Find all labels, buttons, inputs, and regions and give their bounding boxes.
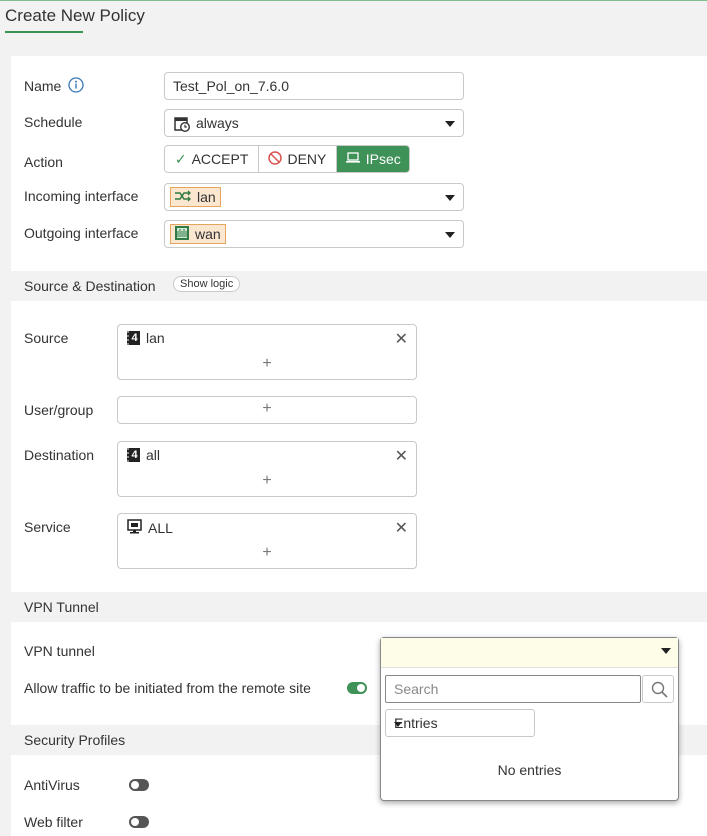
vpn-tunnel-label: VPN tunnel — [24, 643, 95, 659]
outgoing-interface-select[interactable]: wan — [164, 220, 464, 248]
vpn-tunnel-dropdown: Search Entries No entries — [380, 637, 679, 801]
action-accept-button[interactable]: ✓ ACCEPT — [165, 146, 260, 172]
action-deny-button[interactable]: DENY — [259, 146, 337, 172]
incoming-interface-label: Incoming interface — [24, 188, 139, 204]
incoming-interface-select[interactable]: lan — [164, 183, 464, 211]
destination-label: Destination — [24, 447, 95, 463]
schedule-select[interactable]: always — [164, 109, 464, 137]
source-destination-section-header: Source & Destination Show logic — [11, 271, 707, 301]
service-icon — [127, 519, 142, 537]
interface-icon — [174, 189, 192, 205]
info-icon[interactable] — [68, 77, 84, 96]
action-deny-label: DENY — [287, 151, 327, 167]
top-rule — [0, 0, 707, 1]
close-icon[interactable]: ✕ — [395, 518, 408, 538]
incoming-interface-value: lan — [197, 189, 216, 205]
outgoing-interface-label: Outgoing interface — [24, 225, 139, 241]
title-underline — [5, 31, 83, 33]
plus-icon[interactable]: + — [118, 472, 416, 490]
schedule-value: always — [196, 115, 239, 131]
name-label: Name — [24, 77, 84, 96]
action-ipsec-label: IPsec — [365, 151, 401, 167]
check-icon: ✓ — [174, 150, 187, 167]
action-accept-label: ACCEPT — [191, 151, 249, 167]
name-input[interactable]: Test_Pol_on_7.6.0 — [164, 72, 464, 100]
web-filter-label: Web filter — [24, 814, 83, 830]
action-ipsec-button[interactable]: IPsec — [336, 146, 409, 172]
vpn-tunnel-select[interactable] — [381, 638, 678, 668]
caret-down-icon — [661, 648, 671, 654]
source-value: lan — [146, 330, 165, 346]
action-toggle-group: ✓ ACCEPT DENY IPsec — [164, 145, 410, 173]
plus-icon[interactable]: + — [118, 544, 416, 562]
allow-remote-toggle[interactable] — [347, 682, 367, 694]
incoming-interface-chip: lan — [170, 187, 221, 207]
antivirus-label: AntiVirus — [24, 777, 80, 793]
search-icon — [651, 681, 668, 701]
caret-down-icon — [445, 121, 455, 127]
page-title: Create New Policy — [5, 6, 145, 25]
service-field[interactable]: ALL ✕ + — [117, 513, 417, 569]
plus-icon[interactable]: + — [118, 400, 416, 418]
destination-field[interactable]: 4 all ✕ + — [117, 441, 417, 497]
service-value: ALL — [148, 520, 173, 536]
action-label: Action — [24, 154, 63, 170]
address-icon: 4 — [127, 448, 140, 462]
close-icon[interactable]: ✕ — [395, 446, 408, 466]
source-destination-title: Source & Destination — [24, 278, 156, 294]
search-button[interactable] — [642, 675, 674, 703]
outgoing-interface-chip: wan — [170, 224, 226, 244]
toggle-knob — [131, 781, 139, 789]
security-profiles-title: Security Profiles — [24, 732, 126, 748]
name-value: Test_Pol_on_7.6.0 — [173, 78, 289, 94]
service-entry: ALL — [127, 519, 173, 537]
vpn-tunnel-section-header: VPN Tunnel — [11, 592, 707, 622]
allow-remote-label: Allow traffic to be initiated from the r… — [24, 680, 311, 696]
caret-down-icon — [445, 195, 455, 201]
user-group-field[interactable]: + — [117, 396, 417, 424]
outgoing-interface-value: wan — [195, 226, 221, 242]
schedule-icon — [174, 116, 191, 135]
vpn-tunnel-title: VPN Tunnel — [24, 599, 99, 615]
toggle-knob — [357, 684, 365, 692]
service-label: Service — [24, 519, 71, 535]
web-filter-toggle[interactable] — [129, 816, 149, 828]
source-field[interactable]: 4 lan ✕ + — [117, 324, 417, 380]
user-group-label: User/group — [24, 402, 94, 418]
empty-state-text: No entries — [497, 762, 562, 778]
entries-filter-button[interactable]: Entries — [385, 709, 535, 737]
antivirus-toggle[interactable] — [129, 779, 149, 791]
source-label: Source — [24, 330, 69, 346]
search-input[interactable]: Search — [385, 675, 641, 703]
address-icon: 4 — [127, 331, 140, 345]
destination-value: all — [146, 447, 161, 463]
laptop-icon — [345, 151, 361, 167]
caret-down-icon — [445, 232, 455, 238]
destination-entry: 4 all — [127, 447, 160, 463]
show-logic-button[interactable]: Show logic — [173, 276, 241, 292]
close-icon[interactable]: ✕ — [395, 329, 408, 349]
plus-icon[interactable]: + — [118, 355, 416, 373]
name-label-text: Name — [24, 78, 62, 94]
toggle-knob — [131, 818, 139, 826]
deny-icon — [268, 150, 283, 168]
schedule-label: Schedule — [24, 114, 83, 130]
source-entry: 4 lan — [127, 330, 165, 346]
caret-down-icon — [394, 722, 402, 727]
wan-icon — [174, 225, 190, 244]
search-placeholder: Search — [394, 681, 439, 697]
